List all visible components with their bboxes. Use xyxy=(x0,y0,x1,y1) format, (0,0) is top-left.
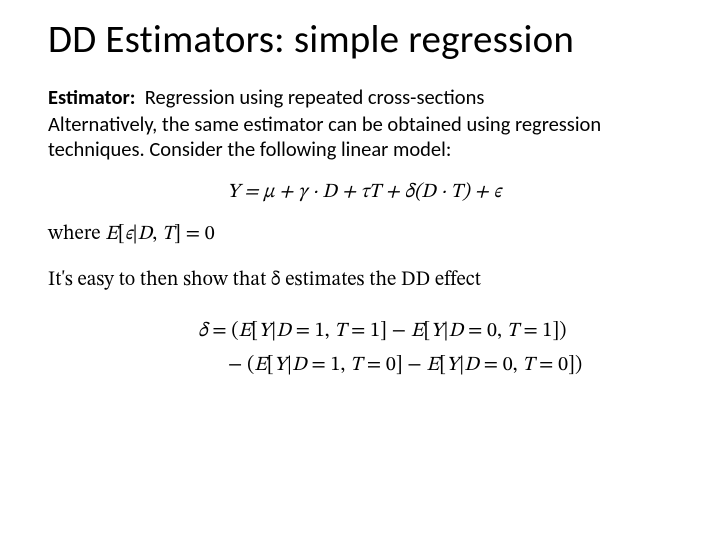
estimator-line: Estimator: Regression using repeated cro… xyxy=(48,85,680,110)
delta-equation: δ = (E[Y|D = 1, T = 1] − E[Y|D = 0, T = … xyxy=(198,314,680,382)
easy-line: It's easy to then show that δ estimates … xyxy=(48,264,680,296)
delta-line-1: δ = (E[Y|D = 1, T = 1] − E[Y|D = 0, T = … xyxy=(198,314,680,348)
intro-paragraph: Alternatively, the same estimator can be… xyxy=(48,112,680,162)
estimator-desc: Regression using repeated cross-sections xyxy=(145,84,485,110)
where-rest: [ϵ|D, T] = 0 xyxy=(118,224,215,244)
where-expr: E xyxy=(105,224,118,244)
body-text: Estimator: Regression using repeated cro… xyxy=(48,85,680,162)
delta-line-2: − (E[Y|D = 1, T = 0] − E[Y|D = 0, T = 0]… xyxy=(198,348,680,382)
eq-main-text: Y = μ + γ · D + τT + δ(D · T) + ϵ xyxy=(227,182,501,202)
estimator-label: Estimator: xyxy=(48,84,135,110)
math-block: Y = μ + γ · D + τT + δ(D · T) + ϵ where … xyxy=(48,176,680,382)
where-clause: where E[ϵ|D, T] = 0 xyxy=(48,218,680,250)
equation-main: Y = μ + γ · D + τT + δ(D · T) + ϵ xyxy=(48,176,680,208)
slide: DD Estimators: simple regression Estimat… xyxy=(0,0,720,540)
slide-title: DD Estimators: simple regression xyxy=(48,18,680,63)
where-word: where xyxy=(48,224,105,244)
